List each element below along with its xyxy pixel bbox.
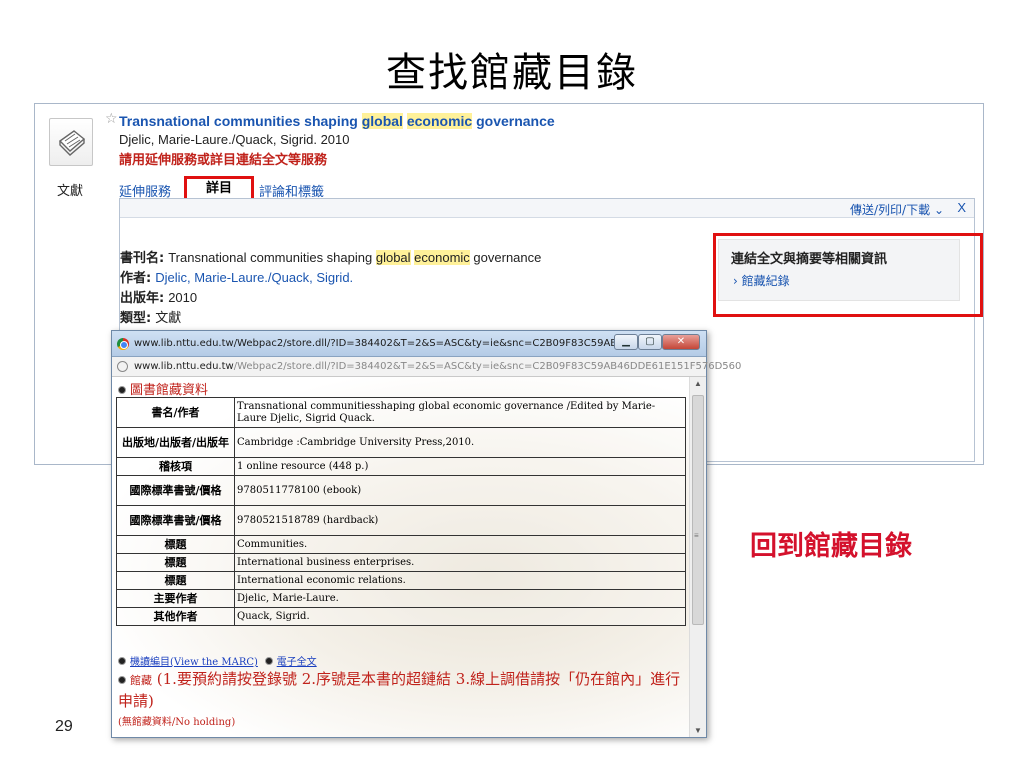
page-info-icon [117, 361, 128, 372]
holding-note: 館藏 (1.要預約請按登錄號 2.序號是本書的超鏈結 3.線上調借請按「仍在館內… [118, 669, 686, 711]
scroll-up-icon[interactable]: ▲ [694, 379, 702, 388]
value-highlight: global [375, 250, 411, 265]
view-marc-link[interactable]: 機讀編目(View the MARC) [130, 657, 258, 668]
send-label: 傳送/列印/下載 [850, 203, 931, 217]
field-value: 文獻 [155, 310, 182, 325]
value-highlight: economic [414, 250, 470, 265]
close-button[interactable]: X [957, 200, 966, 215]
row-value: Communities. [234, 535, 686, 554]
value-part: governance [469, 250, 542, 265]
highlight-frame [713, 233, 983, 317]
table-row: 出版地/出版者/出版年 Cambridge :Cambridge Universi… [116, 427, 686, 458]
table-row: 國際標準書號/價格 9780521518789 (hardback) [116, 505, 686, 536]
row-value: 9780511778100 (ebook) [234, 475, 686, 506]
table-row: 主要作者 Djelic, Marie-Laure. [116, 589, 686, 608]
value-part: Transnational communities shaping [168, 250, 376, 265]
row-label: 稽核項 [116, 457, 235, 476]
row-value: 9780521518789 (hardback) [234, 505, 686, 536]
row-value: Cambridge :Cambridge University Press,20… [234, 427, 686, 458]
bullet-icon [264, 657, 273, 665]
browser-icon [117, 338, 129, 350]
table-row: 稽核項 1 online resource (448 p.) [116, 457, 686, 476]
field-label: 作者: [120, 271, 152, 286]
field-type: 類型: 文獻 [120, 307, 181, 326]
row-label: 書名/作者 [116, 397, 235, 428]
detail-toolbar: 傳送/列印/下載 ⌄ X [120, 199, 974, 218]
scroll-grip-icon: ≡ [694, 531, 699, 540]
close-window-button[interactable]: ✕ [662, 334, 700, 350]
address-url: www.lib.nttu.edu.tw/Webpac2/store.dll/?I… [134, 361, 741, 372]
table-row: 標題 Communities. [116, 535, 686, 554]
title-highlight: global [361, 113, 403, 129]
field-year: 出版年: 2010 [120, 287, 197, 306]
slide-title: 查找館藏目錄 [386, 50, 638, 96]
record-title-link[interactable]: Transnational communities shaping global… [119, 113, 555, 129]
holdings-table: 書名/作者 Transnational communitiesshaping gl… [116, 397, 686, 626]
popup-scrollbar[interactable]: ▲ ≡ ▼ [689, 377, 706, 737]
minimize-button[interactable]: ▁ [614, 334, 638, 350]
scroll-down-icon[interactable]: ▼ [694, 726, 702, 735]
scroll-thumb[interactable] [692, 395, 704, 625]
table-row: 書名/作者 Transnational communitiesshaping gl… [116, 397, 686, 428]
holdings-section-heading: 圖書館藏資料 [118, 379, 208, 398]
row-value: Quack, Sigrid. [234, 607, 686, 626]
holding-instructions: (1.要預約請按登錄號 2.序號是本書的超鏈結 3.線上調借請按「仍在館內」進行… [118, 670, 681, 710]
row-label: 其他作者 [116, 607, 235, 626]
section-heading-text: 圖書館藏資料 [130, 383, 209, 398]
field-value: 2010 [168, 290, 198, 305]
table-row: 其他作者 Quack, Sigrid. [116, 607, 686, 626]
row-label: 國際標準書號/價格 [116, 475, 235, 506]
maximize-button[interactable]: ▢ [638, 334, 662, 350]
row-value: Transnational communitiesshaping global … [234, 397, 686, 428]
title-part: Transnational communities shaping [119, 113, 362, 129]
row-label: 標題 [116, 553, 235, 572]
no-holding-text: (無館藏資料/No holding) [118, 717, 236, 728]
record-authors: Djelic, Marie-Laure./Quack, Sigrid. 2010 [119, 132, 350, 147]
document-icon[interactable] [49, 118, 93, 166]
popup-titlebar[interactable]: www.lib.nttu.edu.tw/Webpac2/store.dll/?I… [112, 331, 706, 357]
field-label: 類型: [120, 311, 152, 326]
field-label: 書刊名: [120, 251, 165, 266]
row-label: 標題 [116, 571, 235, 590]
return-caption: 回到館藏目錄 [750, 531, 912, 562]
row-label: 標題 [116, 535, 235, 554]
popup-content: 圖書館藏資料 書名/作者 Transnational communitiessha… [112, 377, 690, 737]
url-host: www.lib.nttu.edu.tw [134, 361, 234, 372]
field-label: 出版年: [120, 291, 165, 306]
table-row: 標題 International economic relations. [116, 571, 686, 590]
popup-window: www.lib.nttu.edu.tw/Webpac2/store.dll/?I… [111, 330, 741, 738]
row-label: 出版地/出版者/出版年 [116, 427, 235, 458]
holding-label: 館藏 [130, 674, 152, 687]
popup-window-title: www.lib.nttu.edu.tw/Webpac2/store.dll/?I… [134, 338, 655, 349]
document-type-label: 文獻 [57, 184, 84, 199]
row-value: International business enterprises. [234, 553, 686, 572]
title-highlight: economic [406, 113, 473, 129]
fulltext-link[interactable]: 電子全文 [277, 657, 317, 668]
bullet-icon [118, 676, 126, 684]
marc-links: 機讀編目(View the MARC) 電子全文 [118, 653, 317, 668]
bullet-icon [118, 657, 126, 665]
service-note: 請用延伸服務或詳目連結全文等服務 [119, 153, 328, 168]
bullet-icon [118, 386, 126, 394]
table-row: 標題 International business enterprises. [116, 553, 686, 572]
chevron-down-icon: ⌄ [933, 203, 944, 217]
page-number: 29 [55, 718, 73, 735]
row-value: International economic relations. [234, 571, 686, 590]
row-label: 國際標準書號/價格 [116, 505, 235, 536]
table-row: 國際標準書號/價格 9780511778100 (ebook) [116, 475, 686, 506]
row-label: 主要作者 [116, 589, 235, 608]
title-part: governance [472, 113, 555, 129]
row-value: 1 online resource (448 p.) [234, 457, 686, 476]
author-link[interactable]: Djelic, Marie-Laure./Quack, Sigrid. [155, 270, 353, 285]
field-author: 作者: Djelic, Marie-Laure./Quack, Sigrid. [120, 267, 353, 286]
document-page-icon [58, 130, 86, 156]
star-icon[interactable]: ☆ [105, 110, 118, 127]
url-path: /Webpac2/store.dll/?ID=384402&T=2&S=ASC&… [233, 361, 742, 372]
send-print-download-button[interactable]: 傳送/列印/下載 ⌄ [850, 201, 944, 218]
row-value: Djelic, Marie-Laure. [234, 589, 686, 608]
address-bar[interactable]: www.lib.nttu.edu.tw/Webpac2/store.dll/?I… [112, 357, 741, 377]
field-value: Transnational communities shaping global… [168, 250, 541, 265]
field-journal: 書刊名: Transnational communities shaping gl… [120, 247, 541, 266]
